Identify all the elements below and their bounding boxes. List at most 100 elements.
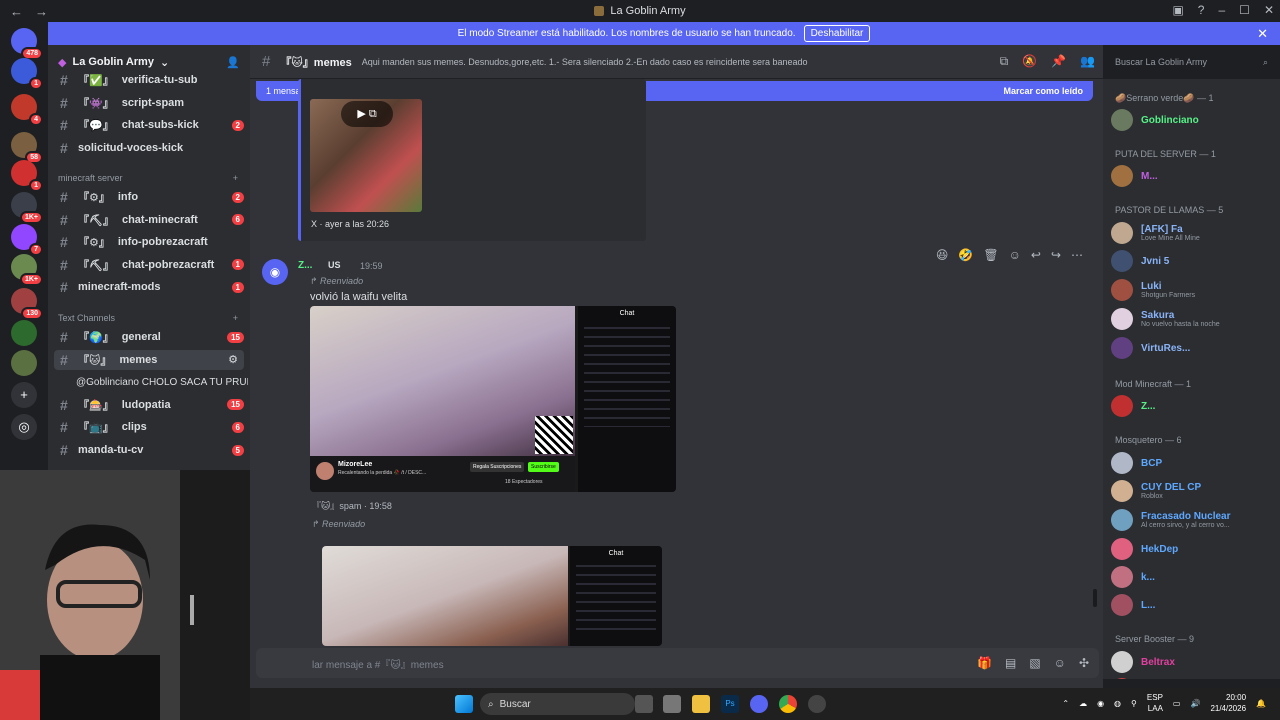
channel-chat-minecraft[interactable]: # 『⛏』 chat-minecraft 6 [54, 210, 244, 230]
reply-icon[interactable]: ↩ [1031, 248, 1041, 262]
channel-verifica-tu-sub[interactable]: # 『✅』 verifica-tu-sub [54, 70, 244, 90]
usb-icon[interactable]: ⚲ [1131, 699, 1137, 708]
forward-arrow-icon[interactable]: → [35, 4, 48, 19]
back-arrow-icon[interactable]: ← [10, 4, 23, 19]
threads-icon[interactable]: ⧉ [1000, 54, 1009, 69]
server-icon[interactable]: 1K+ [11, 254, 43, 286]
chevron-up-icon[interactable]: ⌃ [1062, 699, 1069, 708]
server-icon[interactable]: 7 [11, 224, 43, 256]
category-text[interactable]: Text Channels + [58, 313, 238, 323]
apps-icon[interactable]: ✣ [1079, 656, 1089, 670]
more-icon[interactable]: ⋯ [1071, 248, 1083, 262]
gif-icon[interactable]: ▤ [1005, 656, 1016, 670]
chrome-icon[interactable] [779, 695, 797, 713]
language-indicator[interactable]: ESP LAA [1147, 692, 1163, 714]
channel-info-pobrezacraft[interactable]: # 『⚙』 info-pobrezacraft [54, 232, 244, 252]
channel-chat-pobrezacraft[interactable]: # 『⛏』 chat-pobrezacraft 1 [54, 255, 244, 275]
discover-icon[interactable]: ◎ [11, 414, 37, 440]
tray-app-icon[interactable]: ◍ [1114, 699, 1121, 708]
member-item[interactable]: Beltrax [1111, 650, 1275, 674]
mark-read-button[interactable]: Marcar como leído [1003, 86, 1083, 96]
search-input[interactable]: Buscar La Goblin Army ⌕ [1109, 51, 1274, 73]
app-icon[interactable] [663, 695, 681, 713]
message-author[interactable]: Z... [298, 260, 312, 271]
stream-screenshot[interactable]: Chat MizoreLee Recalentando la perdida 🥀… [310, 306, 676, 492]
channel-manda-tu-cv[interactable]: # manda-tu-cv 5 [54, 440, 244, 460]
task-view-icon[interactable] [635, 695, 653, 713]
server-icon[interactable]: 478 [11, 28, 43, 60]
member-item[interactable]: CUY DEL CP Roblox [1111, 479, 1275, 503]
photoshop-icon[interactable]: Ps [721, 695, 739, 713]
member-item[interactable]: HekDep [1111, 537, 1275, 561]
server-icon[interactable]: 1 [11, 58, 43, 90]
tray-app-icon[interactable]: ◉ [1097, 699, 1104, 708]
reaction-icon[interactable]: 🗑 [983, 248, 998, 262]
member-item[interactable]: Fracasado Nuclear Al cerro sirvo, y al ce… [1111, 508, 1275, 532]
channel-minecraft-mods[interactable]: # minecraft-mods 1 [54, 277, 244, 297]
discord-icon[interactable] [750, 695, 768, 713]
channel-topic[interactable]: Aqui manden sus memes. Desnudos,gore,etc… [362, 57, 808, 67]
channel-memes[interactable]: # 『🐱』 memes ⚙ [54, 349, 244, 370]
member-item[interactable]: k... [1111, 565, 1275, 589]
volume-icon[interactable]: 🔊 [1190, 699, 1200, 708]
channel-ludopatia[interactable]: # 『🎰』 ludopatia 15 [54, 395, 244, 415]
network-icon[interactable]: ▭ [1173, 699, 1181, 708]
member-item[interactable]: Dumpito si creo [1111, 677, 1275, 679]
add-channel-icon[interactable]: + [233, 313, 238, 323]
thread-item[interactable]: @Goblinciano CHOLO SACA TU PRUE... [70, 372, 248, 392]
disable-streamer-button[interactable]: Deshabilitar [803, 25, 871, 42]
maximize-icon[interactable]: ☐ [1239, 3, 1250, 17]
sticker-icon[interactable]: ▧ [1029, 656, 1040, 670]
channel-info[interactable]: # 『⚙』 info 2 [54, 187, 244, 207]
gift-icon[interactable]: 🎁 [977, 656, 992, 670]
emoji-icon[interactable]: ☺ [1054, 656, 1066, 670]
member-item[interactable]: L... [1111, 593, 1275, 617]
close-icon[interactable]: ✕ [1257, 26, 1268, 42]
forward-source[interactable]: 『🐱』spam · 19:58 [312, 499, 392, 512]
invite-icon[interactable]: 👤 [226, 56, 240, 69]
member-item[interactable]: VirtuRes... [1111, 336, 1275, 360]
scrollbar-thumb[interactable] [1093, 589, 1097, 607]
message-input[interactable]: lar mensaje a #『🐱』memes 🎁 ▤ ▧ ☺ ✣ [256, 648, 1099, 678]
clock[interactable]: 20:00 21/4/2026 [1210, 692, 1246, 714]
member-list-icon[interactable]: 👥 [1080, 54, 1095, 69]
forward-icon[interactable]: ↪ [1051, 248, 1061, 262]
channel-solicitud-voces-kick[interactable]: # solicitud-voces-kick [54, 138, 244, 158]
minimize-icon[interactable]: – [1218, 3, 1225, 17]
notification-icon[interactable]: 🔔 [1256, 699, 1266, 708]
add-channel-icon[interactable]: + [233, 173, 238, 183]
reaction-icon[interactable]: 😆 [936, 248, 949, 262]
channel-general[interactable]: # 『🌍』 general 15 [54, 327, 244, 347]
member-item[interactable]: Z... [1111, 394, 1275, 418]
category-minecraft[interactable]: minecraft server + [58, 173, 238, 183]
server-icon[interactable]: 58 [11, 132, 43, 164]
channel-settings-icon[interactable]: ⚙ [228, 353, 238, 366]
stream-screenshot-2[interactable]: Chat [322, 546, 662, 646]
member-item[interactable]: BCP [1111, 451, 1275, 475]
windows-start-icon[interactable] [455, 695, 473, 713]
inbox-icon[interactable]: ▣ [1172, 3, 1183, 17]
close-window-icon[interactable]: ✕ [1264, 3, 1274, 17]
app-icon[interactable] [808, 695, 826, 713]
reaction-icon[interactable]: 🤣 [958, 248, 973, 262]
avatar[interactable]: ◉ [262, 259, 288, 285]
channel-chat-subs-kick[interactable]: # 『💬』 chat-subs-kick 2 [54, 115, 244, 135]
help-icon[interactable]: ? [1198, 3, 1205, 17]
server-icon[interactable] [11, 350, 37, 376]
file-explorer-icon[interactable] [692, 695, 710, 713]
pin-icon[interactable]: 📌 [1051, 54, 1066, 69]
member-item[interactable]: Sakura No vuelvo hasta la noche [1111, 307, 1275, 331]
channel-script-spam[interactable]: # 『👾』 script-spam [54, 93, 244, 113]
member-item[interactable]: Jvni 5 [1111, 249, 1275, 273]
member-item[interactable]: M... [1111, 164, 1275, 188]
server-icon[interactable]: 4 [11, 94, 43, 126]
tray-app-icon[interactable]: ☁ [1079, 699, 1087, 708]
server-icon[interactable] [11, 320, 37, 346]
add-server-icon[interactable]: + [11, 382, 37, 408]
channel-clips[interactable]: # 『📺』 clips 6 [54, 417, 244, 437]
server-icon[interactable]: 1 [11, 160, 43, 192]
add-reaction-icon[interactable]: ☺ [1009, 248, 1021, 262]
member-item[interactable]: Luki Shotgun Farmers [1111, 278, 1275, 302]
member-item[interactable]: [AFK] Fa Love Mine All Mine [1111, 221, 1275, 245]
server-icon[interactable]: 1K+ [11, 192, 43, 224]
